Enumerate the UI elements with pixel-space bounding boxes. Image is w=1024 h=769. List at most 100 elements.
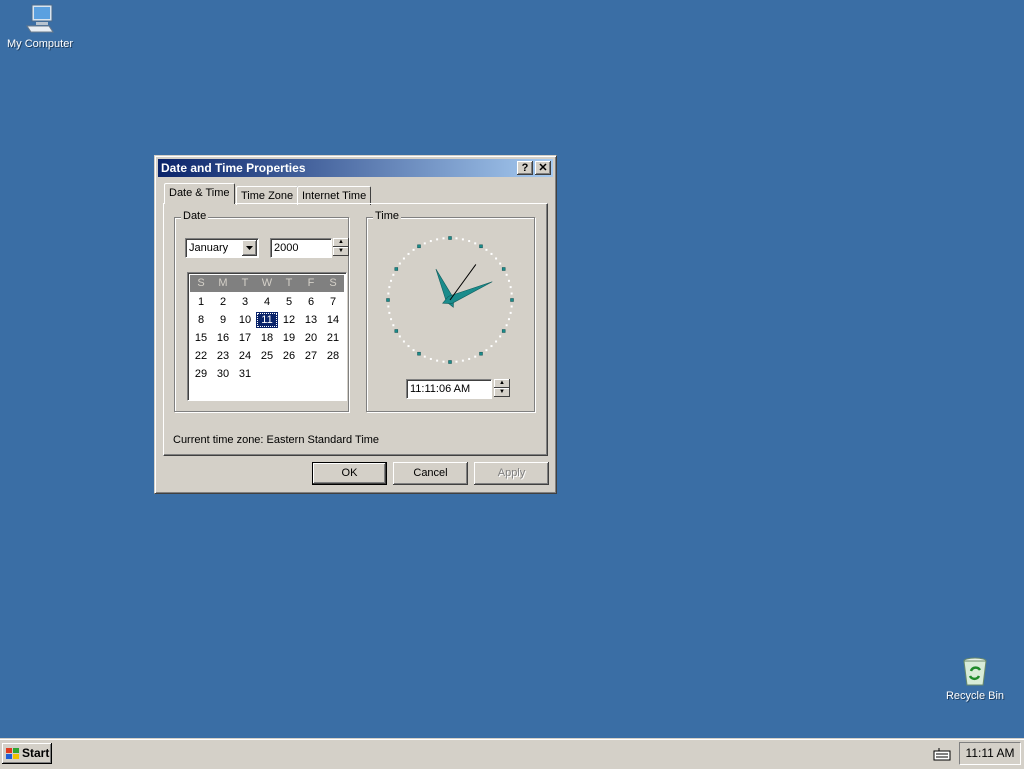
- clock-minute-marker: [390, 318, 393, 321]
- weekday-label: S: [197, 277, 205, 289]
- clock-hour-marker: [448, 360, 452, 364]
- calendar-day[interactable]: 31: [234, 366, 256, 382]
- weekday-label: M: [218, 277, 228, 289]
- clock-minute-marker: [468, 357, 471, 360]
- date-time-properties-window: Date and Time Properties ? ✕ Date & Time…: [154, 155, 557, 494]
- clock-minute-marker: [423, 355, 426, 358]
- recycle-bin-desktop-icon[interactable]: Recycle Bin: [935, 654, 1015, 702]
- date-time-tab-panel: Date January 2000 ▲ ▼ S M T W T F S 1 2 …: [163, 203, 548, 456]
- clock-minute-marker: [507, 318, 510, 321]
- calendar-day[interactable]: 18: [256, 330, 278, 346]
- calendar-day[interactable]: 4: [256, 294, 278, 310]
- time-down-arrow-icon[interactable]: ▼: [494, 388, 510, 397]
- calendar-day[interactable]: 28: [322, 348, 344, 364]
- calendar-day[interactable]: 8: [190, 312, 212, 328]
- clock-minute-marker: [392, 273, 395, 276]
- calendar-day[interactable]: 12: [278, 312, 300, 328]
- year-spinbox[interactable]: 2000: [270, 238, 332, 258]
- clock-minute-marker: [392, 324, 395, 327]
- clock-minute-marker: [442, 237, 445, 240]
- windows-logo-icon: [6, 748, 19, 759]
- clock-minute-marker: [407, 252, 410, 255]
- clock-minute-marker: [474, 355, 477, 358]
- taskbar-clock[interactable]: 11:11 AM: [959, 742, 1021, 765]
- clock-hour-marker: [448, 236, 452, 240]
- clock-minute-marker: [436, 238, 439, 241]
- calendar-day[interactable]: 3: [234, 294, 256, 310]
- clock-hour-marker: [394, 329, 399, 333]
- calendar-day[interactable]: 10: [234, 312, 256, 328]
- calendar-day[interactable]: 22: [190, 348, 212, 364]
- calendar-weekday-header: S M T W T F S: [190, 275, 344, 292]
- time-field[interactable]: 11:11:06 AM: [406, 379, 492, 399]
- analog-clock: [386, 236, 514, 364]
- clock-minute-marker: [429, 357, 432, 360]
- calendar-day-selected[interactable]: 11: [256, 312, 278, 328]
- time-value: 11:11:06 AM: [410, 383, 471, 395]
- calendar-day[interactable]: 30: [212, 366, 234, 382]
- title-bar[interactable]: Date and Time Properties ? ✕: [158, 159, 553, 177]
- month-dropdown[interactable]: January: [185, 238, 259, 258]
- month-dropdown-button[interactable]: [242, 240, 257, 256]
- year-up-arrow-icon[interactable]: ▲: [333, 238, 349, 247]
- calendar-day[interactable]: 2: [212, 294, 234, 310]
- clock-minute-marker: [398, 335, 401, 338]
- clock-minute-marker: [429, 240, 432, 243]
- taskbar: Start 11:11 AM: [0, 738, 1024, 769]
- tab-date-time[interactable]: Date & Time: [164, 183, 235, 204]
- calendar-day[interactable]: 20: [300, 330, 322, 346]
- calendar-day[interactable]: 14: [322, 312, 344, 328]
- year-value: 2000: [274, 242, 299, 254]
- calendar-day[interactable]: 27: [300, 348, 322, 364]
- clock-minute-marker: [455, 237, 458, 240]
- calendar-day[interactable]: 15: [190, 330, 212, 346]
- calendar-day[interactable]: 9: [212, 312, 234, 328]
- year-spin-buttons[interactable]: ▲ ▼: [333, 238, 349, 256]
- calendar-day[interactable]: 25: [256, 348, 278, 364]
- clock-minute-marker: [461, 359, 464, 362]
- clock-minute-marker: [398, 262, 401, 265]
- clock-hour-marker: [386, 298, 390, 302]
- calendar-day[interactable]: 13: [300, 312, 322, 328]
- clock-minute-marker: [510, 305, 513, 308]
- date-group: Date January 2000 ▲ ▼ S M T W T F S 1 2 …: [174, 210, 349, 412]
- calendar-day[interactable]: 29: [190, 366, 212, 382]
- my-computer-desktop-icon[interactable]: My Computer: [0, 2, 80, 50]
- calendar-day[interactable]: 16: [212, 330, 234, 346]
- clock-minute-marker: [412, 248, 415, 251]
- apply-button[interactable]: Apply: [474, 462, 549, 485]
- start-button[interactable]: Start: [2, 743, 52, 764]
- clock-minute-marker: [468, 240, 471, 243]
- help-button[interactable]: ?: [517, 161, 533, 175]
- calendar-day[interactable]: 19: [278, 330, 300, 346]
- time-spin-buttons[interactable]: ▲ ▼: [494, 379, 510, 397]
- clock-minute-marker: [402, 340, 405, 343]
- clock-minute-marker: [510, 292, 513, 295]
- calendar-day[interactable]: 7: [322, 294, 344, 310]
- clock-minute-marker: [495, 340, 498, 343]
- calendar-day[interactable]: 17: [234, 330, 256, 346]
- calendar-day[interactable]: 6: [300, 294, 322, 310]
- clock-minute-marker: [423, 242, 426, 245]
- calendar-day[interactable]: 23: [212, 348, 234, 364]
- clock-minute-marker: [509, 286, 512, 289]
- close-button[interactable]: ✕: [535, 161, 551, 175]
- clock-minute-marker: [387, 305, 390, 308]
- calendar-day[interactable]: 5: [278, 294, 300, 310]
- calendar-grid[interactable]: S M T W T F S 1 2 3 4 5 6 7 8 9 10 11 12 13 14 15 16 17 1…: [187, 272, 347, 401]
- clock-minute-marker: [436, 359, 439, 362]
- cancel-button[interactable]: Cancel: [393, 462, 468, 485]
- calendar-day[interactable]: 1: [190, 294, 212, 310]
- calendar-day[interactable]: 26: [278, 348, 300, 364]
- clock-minute-marker: [387, 292, 390, 295]
- calendar-day[interactable]: 21: [322, 330, 344, 346]
- time-up-arrow-icon[interactable]: ▲: [494, 379, 510, 388]
- keyboard-icon[interactable]: [933, 747, 951, 764]
- clock-minute-marker: [474, 242, 477, 245]
- calendar-day[interactable]: 24: [234, 348, 256, 364]
- weekday-label: T: [241, 277, 249, 289]
- month-value: January: [189, 242, 229, 254]
- clock-minute-marker: [505, 273, 508, 276]
- ok-button[interactable]: OK: [312, 462, 387, 485]
- year-down-arrow-icon[interactable]: ▼: [333, 247, 349, 256]
